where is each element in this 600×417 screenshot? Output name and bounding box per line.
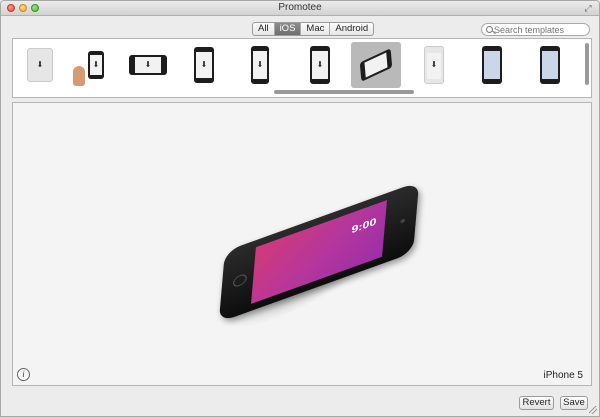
resize-grip-icon[interactable] xyxy=(589,406,597,414)
device-thumbnail: ⬇ xyxy=(88,51,104,79)
download-arrow-icon: ⬇ xyxy=(200,60,208,69)
revert-button[interactable]: Revert xyxy=(519,396,554,410)
filter-ios[interactable]: iOS xyxy=(274,23,302,35)
device-thumbnail xyxy=(359,48,393,82)
device-preview: 9:00 xyxy=(203,158,433,345)
device-thumbnail: ⬇ xyxy=(251,46,269,84)
iphone-mockup: 9:00 xyxy=(218,181,420,323)
title-bar: Promotee ⤢ xyxy=(1,1,599,16)
window-title: Promotee xyxy=(278,2,322,13)
filter-android[interactable]: Android xyxy=(330,23,373,35)
template-strip: ⬇ ⬇ ⬇ ⬇ ⬇ ⬇ ⬇ xyxy=(12,38,592,98)
template-thumb-iphone-landscape[interactable]: ⬇ xyxy=(123,42,173,88)
download-arrow-icon: ⬇ xyxy=(92,60,100,69)
horizontal-scrollbar[interactable] xyxy=(274,90,414,94)
download-arrow-icon: ⬇ xyxy=(144,60,152,69)
home-button xyxy=(232,272,248,289)
template-thumb-ipad-white[interactable]: ⬇ xyxy=(15,42,65,88)
screen-clock: 9:00 xyxy=(350,216,377,237)
info-icon[interactable]: i xyxy=(17,368,30,381)
template-thumb-iphone-angle[interactable]: ⬇ xyxy=(235,42,285,88)
hand-graphic xyxy=(73,66,85,86)
camera-icon xyxy=(400,218,406,224)
search-icon xyxy=(486,26,493,33)
save-button[interactable]: Save xyxy=(560,396,588,410)
preview-canvas: 9:00 i iPhone 5 xyxy=(12,102,592,386)
template-thumb-iphone-perspective[interactable] xyxy=(351,42,401,88)
search-input[interactable] xyxy=(494,24,588,35)
search-field[interactable] xyxy=(481,23,590,36)
device-thumbnail xyxy=(482,46,502,84)
filter-mac[interactable]: Mac xyxy=(301,23,331,35)
platform-filter: All iOS Mac Android xyxy=(252,22,375,36)
template-thumb-iphone-blue-2[interactable] xyxy=(525,42,575,88)
template-thumb-iphone-hand[interactable]: ⬇ xyxy=(71,42,121,88)
template-thumb-iphone-white[interactable]: ⬇ xyxy=(409,42,459,88)
download-arrow-icon: ⬇ xyxy=(430,60,438,69)
template-thumb-iphone-blue-1[interactable] xyxy=(467,42,517,88)
download-arrow-icon: ⬇ xyxy=(316,60,324,69)
template-thumb-iphone-front[interactable]: ⬇ xyxy=(179,42,229,88)
fullscreen-icon[interactable]: ⤢ xyxy=(583,3,593,13)
device-thumbnail: ⬇ xyxy=(27,48,53,82)
device-thumbnail: ⬇ xyxy=(194,47,214,83)
app-window: Promotee ⤢ All iOS Mac Android ⬇ ⬇ ⬇ xyxy=(0,0,600,417)
download-arrow-icon: ⬇ xyxy=(36,60,44,69)
download-arrow-icon: ⬇ xyxy=(256,60,264,69)
filter-all[interactable]: All xyxy=(253,23,275,35)
device-name-label: iPhone 5 xyxy=(543,370,583,381)
device-thumbnail: ⬇ xyxy=(310,46,330,84)
device-thumbnail xyxy=(540,46,560,84)
vertical-scrollbar[interactable] xyxy=(585,43,589,85)
template-thumb-iphone-black[interactable]: ⬇ xyxy=(295,42,345,88)
device-thumbnail: ⬇ xyxy=(129,55,167,75)
device-thumbnail: ⬇ xyxy=(424,46,444,84)
